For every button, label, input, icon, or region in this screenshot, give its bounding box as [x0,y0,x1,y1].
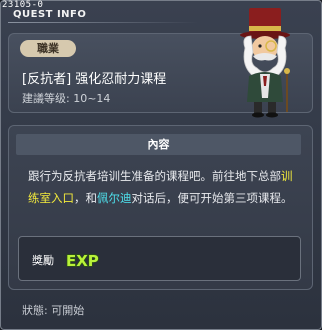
reward-panel [18,236,301,281]
desc-text-3: 对话后，便可开始第三项课程。 [131,191,293,205]
content-section-title: 內容 [16,134,301,155]
title-divider [8,22,198,23]
quest-level: 建議等级: 10~14 [22,92,111,105]
npc-link[interactable]: 佩尔迪 [97,191,132,205]
quest-name: [反抗者] 强化忍耐力课程 [22,72,167,87]
exp-icon-text: EXP [66,252,99,270]
desc-text-1: 跟行为反抗者培训生准备的课程吧。前往地下总部 [28,169,281,183]
quest-description: 跟行为反抗者培训生准备的课程吧。前往地下总部训练室入口，和佩尔迪对话后，便可开始… [28,165,298,209]
npc-portrait [240,8,290,118]
job-badge: 職業 [20,40,76,57]
window-title: QUEST INFO [13,9,87,20]
reward-label: 獎勵 [32,254,54,267]
quest-status: 狀態: 可開始 [22,304,85,317]
desc-text-2: ，和 [74,191,97,205]
exp-icon: EXP [65,251,99,270]
